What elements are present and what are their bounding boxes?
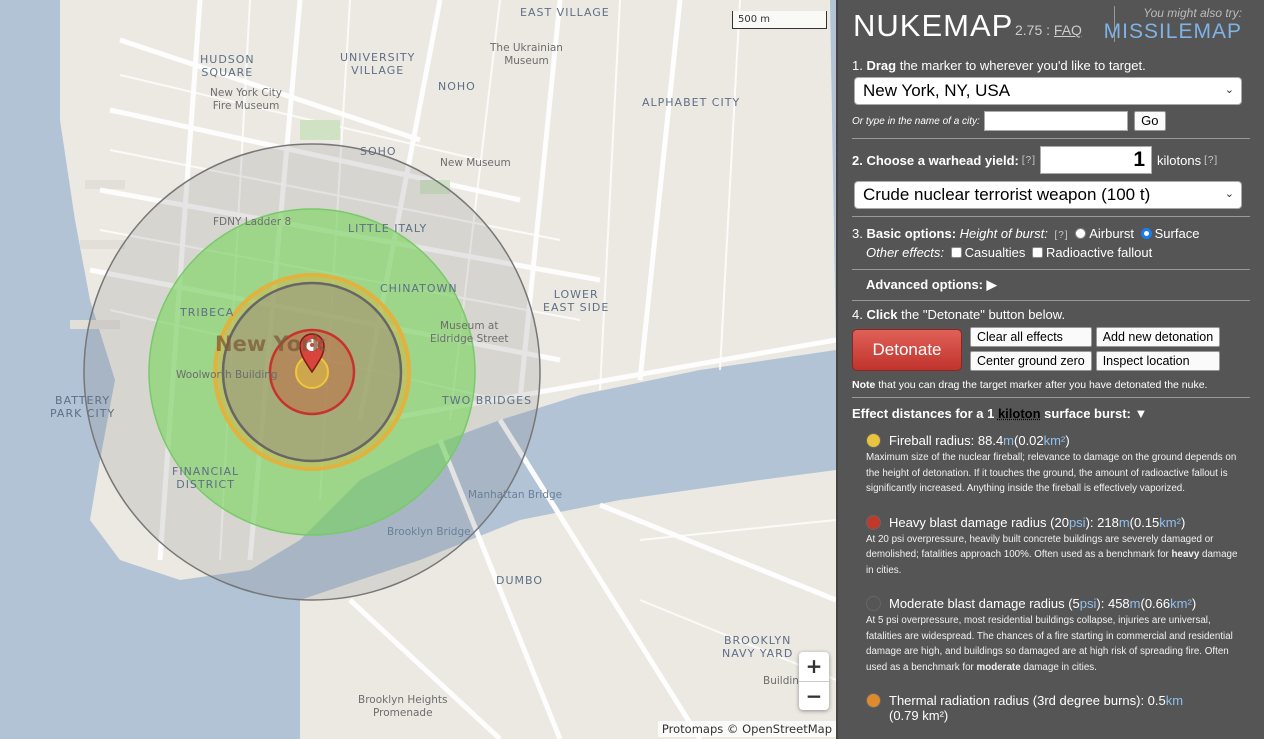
effects-title[interactable]: Effect distances for a 1 kiloton surface… [852,406,1250,421]
airburst-label: Airburst [1089,226,1134,241]
fallout-label: Radioactive fallout [1046,245,1153,260]
inspect-location-button[interactable]: Inspect location [1095,351,1221,371]
moderate-blast-description: At 5 psi overpressure, most residential … [866,615,1233,673]
panel-header: NUKEMAP 2.75 : FAQ You might also try: M… [838,0,1264,52]
surface-radio[interactable] [1140,228,1152,239]
kilotons-help-link[interactable]: [?] [1204,155,1218,166]
clear-all-effects-button[interactable]: Clear all effects [970,327,1092,347]
map-label-little-italy: LITTLE ITALY [348,222,428,235]
step3-section: 3. Basic options: Height of burst: [?] A… [852,217,1250,270]
drag-note: Note that you can drag the target marker… [852,379,1208,391]
map-label-financial-district: FINANCIAL DISTRICT [172,465,240,491]
fireball-description: Maximum size of the nuclear fireball; re… [866,452,1237,494]
zoom-control: + − [799,652,829,710]
map-label-ukrainian-museum: The Ukrainian Museum [490,42,563,67]
heavy-blast-description: At 20 psi overpressure, heavily built co… [866,533,1238,576]
effect-thermal: Thermal radiation radius (3rd degree bur… [866,693,1246,723]
map-label-museum-eldridge: Museum at Eldridge Street [430,320,509,345]
casualties-checkbox[interactable] [950,247,962,258]
yield-row: 2. Choose a warhead yield: [?] 1 kiloton… [852,139,1250,174]
other-effects-row: Other effects: Casualties Radioactive fa… [852,244,1250,261]
height-help-link[interactable]: [?] [1054,230,1068,241]
scale-bar: 500 m [732,11,827,29]
kiloton-link[interactable]: kiloton [998,406,1041,421]
map-label-brooklyn-heights: Brooklyn Heights Promenade [358,694,448,719]
map-label-lower-east-side: LOWER EAST SIDE [543,288,610,314]
brand-title: NUKEMAP [853,8,1014,43]
height-label: Height of burst: [959,226,1048,241]
detonate-button[interactable]: Detonate [852,329,962,371]
map-label-new-york: New York [215,332,326,356]
step1-instruction: 1. Drag the marker to wherever you'd lik… [852,58,1146,73]
fallout-checkbox[interactable] [1032,247,1043,258]
map-label-brooklyn-bridge: Brooklyn Bridge [387,526,471,538]
map-label-fire-museum: New York City Fire Museum [210,87,282,112]
preset-select[interactable]: Crude nuclear terrorist weapon (100 t) ⌄ [854,181,1242,209]
map-attribution[interactable]: Protomaps © OpenStreetMap [657,721,836,737]
map-base [0,0,836,739]
thermal-swatch-icon[interactable] [866,693,881,708]
advanced-options-toggle[interactable]: Advanced options: ▶ [852,270,1250,301]
map-label-noho: NOHO [438,80,476,93]
missilemap-link[interactable]: MISSILEMAP [1104,20,1242,44]
burst-options: 3. Basic options: Height of burst: [?] A… [852,226,1200,241]
map-view[interactable]: EAST VILLAGE HUDSON SQUARE UNIVERSITY VI… [0,0,836,739]
step2-label: 2. Choose a warhead yield: [852,152,1019,168]
effect-fireball: Fireball radius: 88.4 m (0.02 km²) Maxim… [866,433,1246,497]
map-label-east-village: EAST VILLAGE [520,6,610,19]
version-label: 2.75 : FAQ [1015,22,1082,38]
map-label-two-bridges: TWO BRIDGES [442,394,533,407]
step1-section: 1. Drag the marker to wherever you'd lik… [852,52,1250,139]
step2-section: 2. Choose a warhead yield: [?] 1 kiloton… [852,139,1250,217]
kilotons-label: kilotons [1157,152,1202,168]
map-label-building: Buildin [763,675,799,687]
map-label-battery-park: BATTERY PARK CITY [50,394,116,420]
secondary-buttons: Clear all effects Add new detonation Cen… [970,327,1221,371]
map-label-alphabet-city: ALPHABET CITY [642,96,741,109]
faq-link[interactable]: FAQ [1054,22,1082,38]
map-label-manhattan-bridge: Manhattan Bridge [468,489,563,501]
map-label-soho: SOHO [360,145,397,158]
map-label-university-village: UNIVERSITY VILLAGE [340,51,416,77]
chevron-down-icon: ⌄ [1224,84,1234,96]
zoom-out-button[interactable]: − [799,681,829,710]
map-label-hudson-square: HUDSON SQUARE [200,53,255,79]
map-label-brooklyn-navy-yard: BROOKLYN NAVY YARD [722,634,794,660]
map-label-woolworth: Woolworth Building [176,369,278,381]
map-label-chinatown: CHINATOWN [380,282,458,295]
go-button[interactable]: Go [1133,111,1166,131]
other-effects-label: Other effects: [866,245,945,260]
heavy-blast-swatch-icon[interactable] [866,514,881,530]
casualties-label: Casualties [964,245,1026,260]
city-prompt: Or type in the name of a city: [852,115,980,127]
also-try-label: You might also try: [1143,6,1242,20]
add-new-detonation-button[interactable]: Add new detonation [1095,327,1221,347]
chevron-down-icon: ⌄ [1224,188,1234,200]
zoom-in-button[interactable]: + [799,652,829,681]
moderate-blast-swatch-icon[interactable] [866,596,881,611]
step4-section: 4. Click the "Detonate" button below. De… [852,301,1250,398]
map-label-fdny: FDNY Ladder 8 [213,216,292,228]
step4-instruction: 4. Click the "Detonate" button below. [852,307,1066,322]
yield-help-link[interactable]: [?] [1022,155,1036,166]
action-buttons: Detonate Clear all effects Add new deton… [852,322,1250,371]
surface-label: Surface [1154,226,1200,241]
center-ground-zero-button[interactable]: Center ground zero [970,351,1092,371]
effect-heavy-blast: Heavy blast damage radius (20 psi): 218 … [866,514,1246,579]
yield-input[interactable]: 1 [1040,146,1153,174]
map-label-tribeca: TRIBECA [180,306,235,319]
airburst-radio[interactable] [1075,228,1087,239]
map-label-dumbo: DUMBO [496,574,544,587]
map-label-new-museum: New Museum [440,157,511,169]
city-input[interactable] [983,111,1128,131]
control-panel: NUKEMAP 2.75 : FAQ You might also try: M… [836,0,1264,739]
thermal-area: (0.79 km²) [889,708,949,723]
effect-moderate-blast: Moderate blast damage radius (5 psi): 45… [866,596,1246,675]
city-select[interactable]: New York, NY, USA ⌄ [854,77,1242,105]
fireball-swatch-icon[interactable] [866,433,881,448]
city-search-row: Or type in the name of a city: Go [852,111,1250,138]
